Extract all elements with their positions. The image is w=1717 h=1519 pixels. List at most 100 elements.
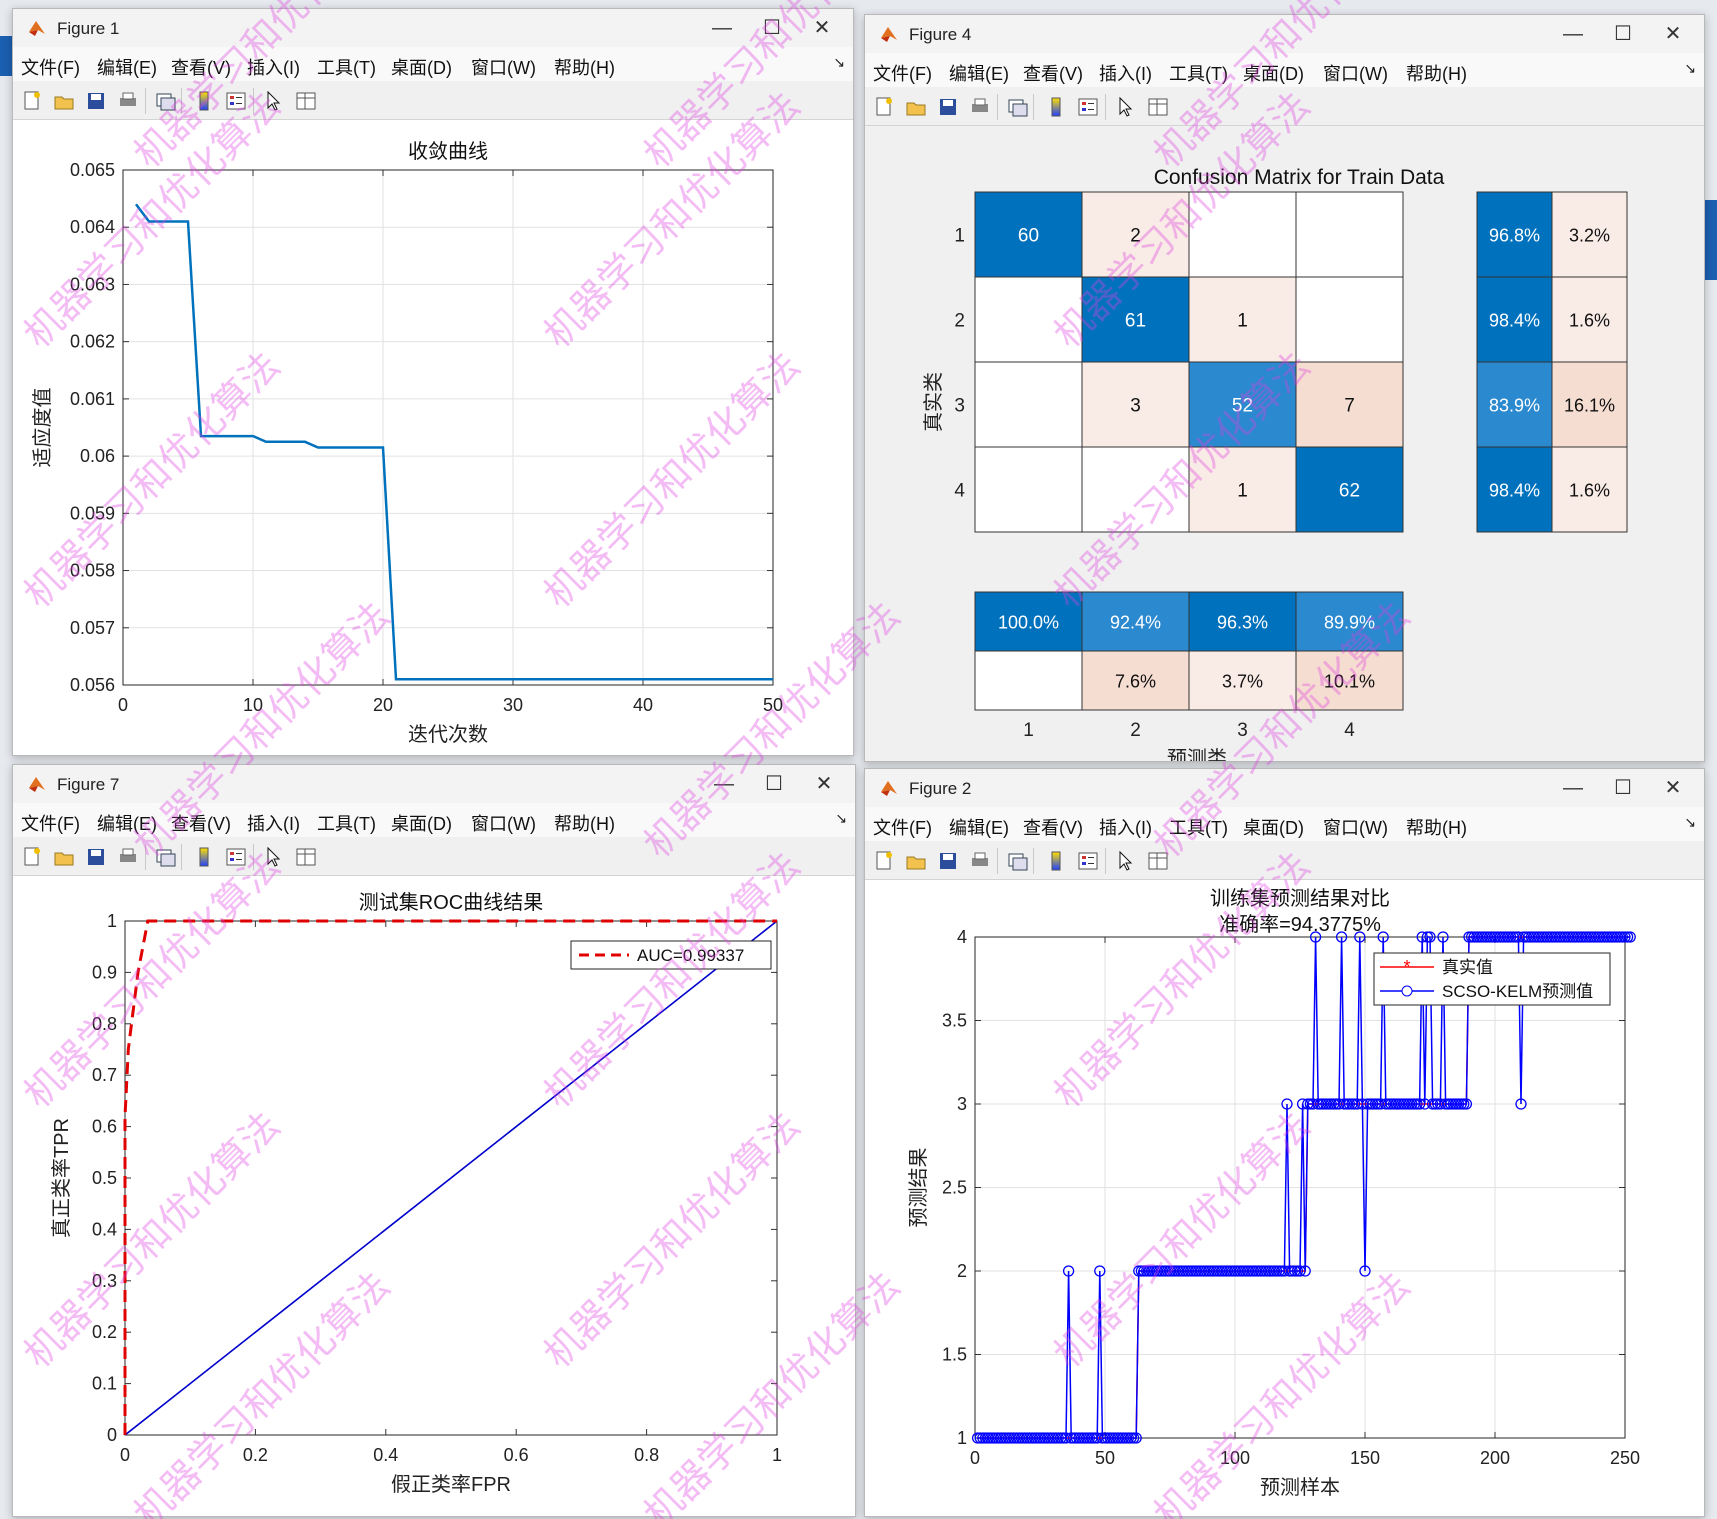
insert-legend-icon[interactable] [1077, 96, 1099, 118]
dock-arrow-icon[interactable]: ↘ [835, 810, 847, 827]
minimize-button[interactable]: — [1550, 19, 1596, 49]
maximize-button[interactable]: ☐ [751, 769, 797, 799]
matrix-cell [974, 361, 1083, 448]
property-inspector-icon[interactable] [1147, 96, 1169, 118]
new-figure-icon[interactable] [21, 846, 43, 868]
edit-pointer-icon[interactable] [263, 846, 285, 868]
menu-window[interactable]: 窗口(W) [471, 810, 536, 836]
menu-desktop[interactable]: 桌面(D) [1243, 60, 1304, 86]
col-summary-value: 100.0% [998, 613, 1059, 633]
menu-tools[interactable]: 工具(T) [1169, 814, 1228, 840]
menu-desktop[interactable]: 桌面(D) [1243, 814, 1304, 840]
menu-file[interactable]: 文件(F) [21, 810, 80, 836]
figure-2-window[interactable]: Figure 2 — ☐ ✕ 文件(F) 编辑(E) 查看(V) 插入(I) 工… [864, 768, 1705, 1517]
insert-colorbar-icon[interactable] [1045, 850, 1067, 872]
insert-legend-icon[interactable] [1077, 850, 1099, 872]
minimize-button[interactable]: — [701, 769, 747, 799]
matrix-cell-value: 60 [1018, 226, 1039, 247]
close-button[interactable]: ✕ [799, 13, 845, 43]
menu-view[interactable]: 查看(V) [171, 810, 231, 836]
menu-insert[interactable]: 插入(I) [1099, 814, 1152, 840]
maximize-button[interactable]: ☐ [1600, 19, 1646, 49]
menu-desktop[interactable]: 桌面(D) [391, 810, 452, 836]
save-icon[interactable] [85, 90, 107, 112]
insert-legend-icon[interactable] [225, 90, 247, 112]
title-bar[interactable]: Figure 1 — ☐ ✕ [13, 9, 853, 47]
close-button[interactable]: ✕ [1650, 19, 1696, 49]
menu-view[interactable]: 查看(V) [1023, 60, 1083, 86]
title-bar[interactable]: Figure 7 — ☐ ✕ [13, 765, 855, 803]
property-inspector-icon[interactable] [1147, 850, 1169, 872]
menu-window[interactable]: 窗口(W) [471, 54, 536, 80]
menu-help[interactable]: 帮助(H) [1406, 60, 1467, 86]
title-bar[interactable]: Figure 4 — ☐ ✕ [865, 15, 1704, 53]
menu-window[interactable]: 窗口(W) [1323, 814, 1388, 840]
link-plot-icon[interactable] [155, 846, 177, 868]
edit-pointer-icon[interactable] [1115, 96, 1137, 118]
maximize-button[interactable]: ☐ [1600, 773, 1646, 803]
close-button[interactable]: ✕ [1650, 773, 1696, 803]
axes-background [123, 170, 773, 685]
edit-pointer-icon[interactable] [263, 90, 285, 112]
new-figure-icon[interactable] [21, 90, 43, 112]
property-inspector-icon[interactable] [295, 90, 317, 112]
print-icon[interactable] [117, 90, 139, 112]
close-button[interactable]: ✕ [801, 769, 847, 799]
property-inspector-icon[interactable] [295, 846, 317, 868]
print-icon[interactable] [117, 846, 139, 868]
minimize-button[interactable]: — [699, 13, 745, 43]
menu-view[interactable]: 查看(V) [1023, 814, 1083, 840]
open-file-icon[interactable] [53, 90, 75, 112]
save-icon[interactable] [85, 846, 107, 868]
menu-file[interactable]: 文件(F) [873, 60, 932, 86]
menu-edit[interactable]: 编辑(E) [949, 814, 1009, 840]
menu-window[interactable]: 窗口(W) [1323, 60, 1388, 86]
menu-insert[interactable]: 插入(I) [247, 54, 300, 80]
link-plot-icon[interactable] [1007, 850, 1029, 872]
menu-bar: 文件(F) 编辑(E) 查看(V) 插入(I) 工具(T) 桌面(D) 窗口(W… [13, 47, 853, 82]
link-plot-icon[interactable] [1007, 96, 1029, 118]
menu-edit[interactable]: 编辑(E) [949, 60, 1009, 86]
menu-tools[interactable]: 工具(T) [1169, 60, 1228, 86]
menu-help[interactable]: 帮助(H) [554, 810, 615, 836]
menu-file[interactable]: 文件(F) [21, 54, 80, 80]
menu-desktop[interactable]: 桌面(D) [391, 54, 452, 80]
insert-colorbar-icon[interactable] [193, 90, 215, 112]
menu-file[interactable]: 文件(F) [873, 814, 932, 840]
menu-help[interactable]: 帮助(H) [1406, 814, 1467, 840]
menu-tools[interactable]: 工具(T) [317, 54, 376, 80]
menu-insert[interactable]: 插入(I) [247, 810, 300, 836]
dock-arrow-icon[interactable]: ↘ [833, 54, 845, 71]
insert-legend-icon[interactable] [225, 846, 247, 868]
new-figure-icon[interactable] [873, 96, 895, 118]
menu-edit[interactable]: 编辑(E) [97, 54, 157, 80]
print-icon[interactable] [969, 96, 991, 118]
menu-help[interactable]: 帮助(H) [554, 54, 615, 80]
save-icon[interactable] [937, 850, 959, 872]
open-file-icon[interactable] [905, 96, 927, 118]
menu-view[interactable]: 查看(V) [171, 54, 231, 80]
print-icon[interactable] [969, 850, 991, 872]
chart-title: 测试集ROC曲线结果 [359, 891, 543, 914]
menu-insert[interactable]: 插入(I) [1099, 60, 1152, 86]
dock-arrow-icon[interactable]: ↘ [1684, 60, 1696, 77]
menu-edit[interactable]: 编辑(E) [97, 810, 157, 836]
figure-1-window[interactable]: Figure 1 — ☐ ✕ 文件(F) 编辑(E) 查看(V) 插入(I) 工… [12, 8, 854, 756]
insert-colorbar-icon[interactable] [193, 846, 215, 868]
menu-bar: 文件(F) 编辑(E) 查看(V) 插入(I) 工具(T) 桌面(D) 窗口(W… [865, 807, 1704, 842]
figure-7-window[interactable]: Figure 7 — ☐ ✕ 文件(F) 编辑(E) 查看(V) 插入(I) 工… [12, 764, 856, 1517]
edit-pointer-icon[interactable] [1115, 850, 1137, 872]
insert-colorbar-icon[interactable] [1045, 96, 1067, 118]
menu-tools[interactable]: 工具(T) [317, 810, 376, 836]
new-figure-icon[interactable] [873, 850, 895, 872]
open-file-icon[interactable] [905, 850, 927, 872]
legend-label: AUC=0.99337 [637, 946, 744, 965]
maximize-button[interactable]: ☐ [749, 13, 795, 43]
dock-arrow-icon[interactable]: ↘ [1684, 814, 1696, 831]
open-file-icon[interactable] [53, 846, 75, 868]
minimize-button[interactable]: — [1550, 773, 1596, 803]
title-bar[interactable]: Figure 2 — ☐ ✕ [865, 769, 1704, 807]
save-icon[interactable] [937, 96, 959, 118]
link-plot-icon[interactable] [155, 90, 177, 112]
figure-4-window[interactable]: Figure 4 — ☐ ✕ 文件(F) 编辑(E) 查看(V) 插入(I) 工… [864, 14, 1705, 762]
